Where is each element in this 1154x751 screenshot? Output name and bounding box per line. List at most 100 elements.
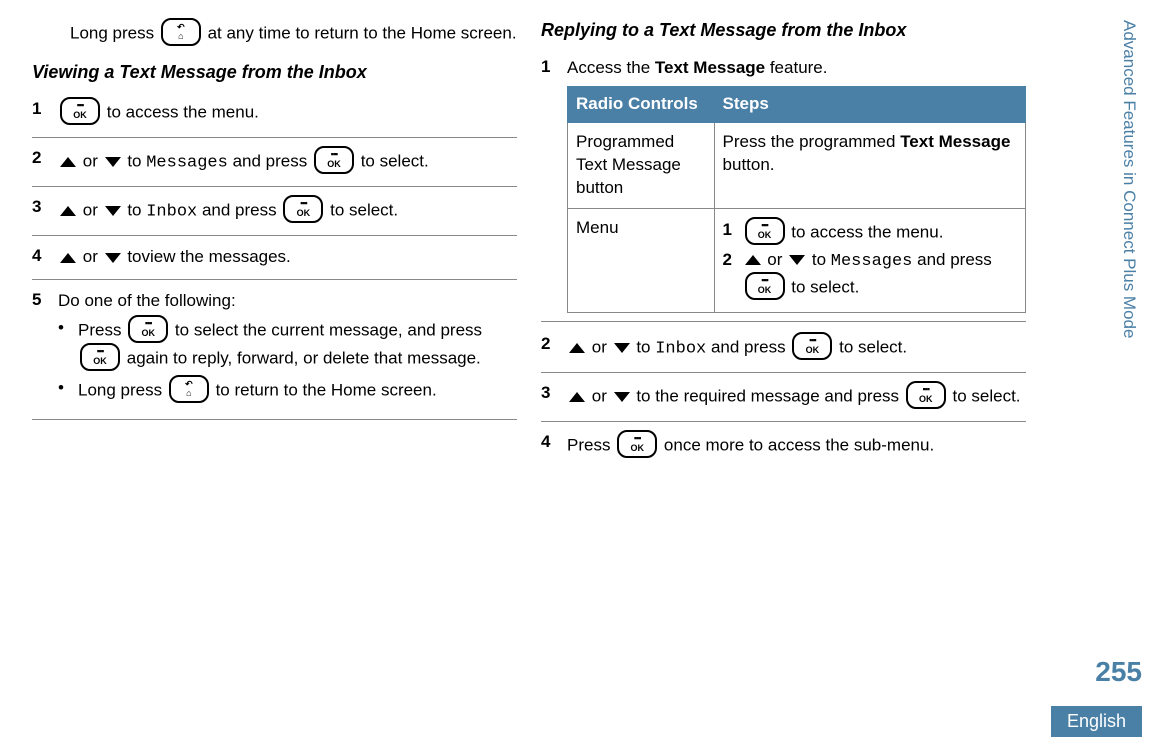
table-row: Program­med Text Message button Press th… <box>568 122 1026 208</box>
text: to select. <box>330 200 398 219</box>
text: or <box>592 386 612 405</box>
text: and press <box>711 337 790 356</box>
code-text: Inbox <box>146 202 197 221</box>
chapter-sidebar: Advanced Features in Connect Plus Mode <box>1118 20 1140 450</box>
step-body: ▪▪▪OK to access the menu. <box>58 99 517 127</box>
bold-text: Text Mes­sage <box>900 132 1010 151</box>
ok-icon: ▪▪▪OK <box>314 146 354 174</box>
text: Long press <box>78 380 167 399</box>
code-text: Inbox <box>655 339 706 358</box>
table-header: Radio Controls <box>568 86 715 122</box>
text: Press the programmed <box>723 132 901 151</box>
left-column: Long press ↶⌂ at any time to return to t… <box>32 20 517 474</box>
bullet-icon: • <box>58 317 78 373</box>
text: to select. <box>361 151 429 170</box>
step-body: or toview the messages. <box>58 246 517 269</box>
section-heading: Replying to a Text Message from the Inbo… <box>541 20 1026 41</box>
step-number: 4 <box>32 246 58 269</box>
down-icon <box>614 392 630 402</box>
text: Access the <box>567 58 655 77</box>
text: feature. <box>765 58 827 77</box>
down-icon <box>105 253 121 263</box>
text: Press <box>78 320 126 339</box>
up-icon <box>569 392 585 402</box>
text: to <box>812 250 831 269</box>
step-5: 5 Do one of the following: • Press ▪▪▪OK… <box>32 284 517 420</box>
down-icon <box>105 206 121 216</box>
text: Press <box>567 435 615 454</box>
step-number: 5 <box>32 290 58 409</box>
step-number: 3 <box>541 383 567 411</box>
text: or <box>83 247 103 266</box>
bullet-body: Press ▪▪▪OK to select the current messag… <box>78 317 517 373</box>
step-number: 2 <box>723 249 743 302</box>
page-number: 255 <box>1095 656 1142 688</box>
text: once more to access the sub-menu. <box>664 435 934 454</box>
step-body: Press ▪▪▪OK once more to access the sub-… <box>567 432 1026 460</box>
divider <box>541 321 1026 322</box>
table-header-row: Radio Controls Steps <box>568 86 1026 122</box>
text: or <box>592 337 612 356</box>
text: at any time to return to the Home screen… <box>208 23 517 42</box>
up-icon <box>60 157 76 167</box>
code-text: Messages <box>146 153 228 172</box>
down-icon <box>105 157 121 167</box>
right-column: Replying to a Text Message from the Inbo… <box>541 20 1026 474</box>
ok-icon: ▪▪▪OK <box>60 97 100 125</box>
text: to <box>127 151 146 170</box>
table-cell: 1 ▪▪▪OK to access the menu. 2 <box>714 208 1025 312</box>
ok-icon: ▪▪▪OK <box>745 272 785 300</box>
bullet-icon: • <box>58 377 78 405</box>
text: to <box>636 337 655 356</box>
step-body: or to Inbox and press ▪▪▪OK to select. <box>567 334 1026 362</box>
down-icon <box>789 255 805 265</box>
radio-controls-table: Radio Controls Steps Program­med Text Me… <box>567 86 1026 313</box>
inner-step-2: 2 or to Messages and press ▪▪▪OK <box>723 249 1017 302</box>
text: or <box>767 250 787 269</box>
text: and press <box>233 151 312 170</box>
step-body: or to the required message and press ▪▪▪… <box>567 383 1026 411</box>
intro-paragraph: Long press ↶⌂ at any time to return to t… <box>32 20 517 48</box>
bold-text: Text Message <box>655 58 765 77</box>
step-number: 2 <box>541 334 567 362</box>
text: or <box>83 200 103 219</box>
step-3: 3 or to the required message and press ▪… <box>541 377 1026 422</box>
manual-page: Long press ↶⌂ at any time to return to t… <box>0 0 1154 751</box>
table-cell: Program­med Text Message button <box>568 122 715 208</box>
step-body: or to Messages and press ▪▪▪OK to select… <box>743 249 1017 302</box>
ok-icon: ▪▪▪OK <box>128 315 168 343</box>
bullet-list: • Press ▪▪▪OK to select the current mess… <box>58 317 517 405</box>
text: toview the messages. <box>127 247 290 266</box>
text: and press <box>917 250 992 269</box>
text: to select. <box>952 386 1020 405</box>
step-1: 1 ▪▪▪OK to access the menu. <box>32 93 517 138</box>
step-number: 2 <box>32 148 58 176</box>
ok-icon: ▪▪▪OK <box>792 332 832 360</box>
step-2: 2 or to Messages and press ▪▪▪OK to sele… <box>32 142 517 187</box>
up-icon <box>745 255 761 265</box>
down-icon <box>614 343 630 353</box>
home-icon: ↶⌂ <box>161 18 201 46</box>
ok-icon: ▪▪▪OK <box>617 430 657 458</box>
step-3: 3 or to Inbox and press ▪▪▪OK to select. <box>32 191 517 236</box>
home-icon: ↶⌂ <box>169 375 209 403</box>
step-number: 4 <box>541 432 567 460</box>
table-cell: Press the programmed Text Mes­sage butto… <box>714 122 1025 208</box>
table-cell: Menu <box>568 208 715 312</box>
text: Long press <box>70 23 159 42</box>
bullet-body: Long press ↶⌂ to return to the Home scre… <box>78 377 517 405</box>
step-4: 4 Press ▪▪▪OK once more to access the su… <box>541 426 1026 470</box>
text: button. <box>723 155 775 174</box>
step-number: 1 <box>541 57 567 313</box>
ok-icon: ▪▪▪OK <box>283 195 323 223</box>
text: and press <box>202 200 281 219</box>
section-heading: Viewing a Text Message from the Inbox <box>32 62 517 83</box>
step-number: 1 <box>32 99 58 127</box>
text: to select. <box>839 337 907 356</box>
step-number: 3 <box>32 197 58 225</box>
chapter-title: Advanced Features in Connect Plus Mode <box>1119 20 1139 338</box>
text: to <box>127 200 146 219</box>
step-1: 1 Access the Text Message feature. Radio… <box>541 51 1026 315</box>
step-body: Access the Text Message feature. Radio C… <box>567 57 1026 313</box>
step-4: 4 or toview the messages. <box>32 240 517 280</box>
